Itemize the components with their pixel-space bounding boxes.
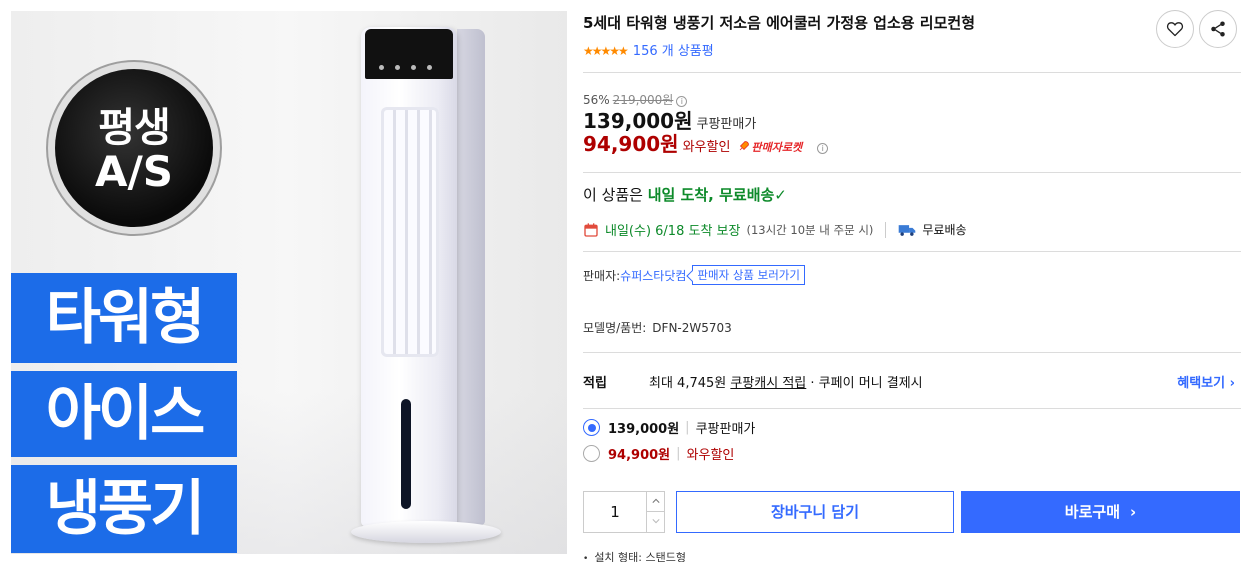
quantity-input[interactable] — [584, 492, 646, 532]
model-row: 모델명/품번: DFN-2W5703 — [583, 319, 732, 336]
delivery-headline-prefix: 이 상품은 — [583, 186, 648, 204]
banner-ice-text: 아이스 — [45, 379, 206, 449]
badge-line1: 평생 — [98, 105, 171, 151]
product-title: 5세대 타워형 냉풍기 저소음 에어쿨러 가정용 업소용 리모컨형 — [583, 14, 975, 32]
seller-products-button[interactable]: 판매자 상품 보러가기 — [692, 265, 805, 285]
fan-grill — [381, 107, 439, 357]
check-icon: ✓ — [774, 186, 787, 204]
cash-max-amount: 최대 4,745원 — [649, 376, 731, 391]
buy-now-button[interactable]: 바로구매 › — [961, 491, 1240, 533]
rocket-icon — [739, 141, 749, 151]
wow-price-row: 94,900원 와우할인 판매자로켓 i — [583, 128, 829, 157]
divider — [583, 172, 1241, 173]
banner-tower: 타워형 — [11, 273, 237, 363]
fan-side — [457, 29, 485, 525]
seller-name-link[interactable]: 슈퍼스타닷컴 — [620, 267, 686, 284]
quantity-decrease-button[interactable] — [646, 512, 665, 532]
banner-tower-text: 타워형 — [45, 283, 206, 353]
badge-line2: A/S — [94, 147, 174, 196]
radio-selected[interactable] — [583, 419, 600, 436]
calendar-icon — [584, 222, 598, 237]
star-rating-icon: ★★★★★ — [583, 44, 629, 58]
radio-unselected[interactable] — [583, 445, 600, 462]
divider — [583, 352, 1241, 353]
banner-ice: 아이스 — [11, 371, 237, 457]
delivery-guarantee-row: 내일(수) 6/18 도착 보장 (13시간 10분 내 주문 시) 무료배송 — [583, 220, 967, 239]
product-image[interactable]: 평생 A/S 타워형 아이스 냉풍기 — [11, 11, 567, 554]
option-price: 94,900원 — [608, 448, 671, 463]
chevron-up-icon — [652, 498, 660, 503]
banner-cooler-text: 냉풍기 — [45, 474, 206, 544]
divider — [583, 251, 1241, 252]
review-count-link[interactable]: 156 개 상품평 — [633, 44, 714, 59]
price-option-regular[interactable]: 139,000원 | 쿠팡판매가 — [583, 418, 755, 437]
cash-label: 적립 — [583, 376, 607, 391]
banner-cooler: 냉풍기 — [11, 465, 237, 553]
option-label: 쿠팡판매가 — [695, 422, 756, 437]
divider: | — [676, 446, 681, 461]
divider — [583, 72, 1241, 73]
truck-icon — [899, 224, 916, 236]
wow-price-label: 와우할인 — [682, 140, 731, 155]
divider: | — [685, 420, 690, 435]
quantity-increase-button[interactable] — [646, 492, 665, 512]
free-shipping-label: 무료배송 — [922, 223, 967, 237]
chevron-down-icon — [652, 519, 660, 524]
coupang-cash-link[interactable]: 쿠팡캐시 적립 — [730, 376, 806, 391]
rating-row[interactable]: ★★★★★ 156 개 상품평 — [583, 40, 714, 59]
cash-reward-text: 최대 4,745원 쿠팡캐시 적립 · 쿠페이 머니 결제시 — [649, 372, 923, 391]
lifetime-as-badge: 평생 A/S — [55, 69, 213, 227]
heart-icon — [1166, 22, 1184, 37]
product-info-panel: 5세대 타워형 냉풍기 저소음 에어쿨러 가정용 업소용 리모컨형 ★★★★★ 1… — [583, 0, 1241, 562]
fan-water-window — [401, 399, 411, 509]
seller-label: 판매자: — [583, 268, 621, 283]
benefit-view-link[interactable]: 혜택보기 › — [1177, 372, 1235, 391]
fan-base — [351, 521, 501, 543]
option-label: 와우할인 — [686, 448, 735, 463]
fan-control-panel — [365, 29, 453, 79]
wow-price: 94,900원 — [583, 132, 679, 156]
coupay-text: · 쿠페이 머니 결제시 — [806, 376, 923, 391]
chevron-right-icon: › — [1130, 503, 1137, 521]
order-cutoff: (13시간 10분 내 주문 시) — [746, 222, 874, 237]
divider — [583, 408, 1241, 409]
spec-install-type: 설치 형태: 스탠드형 — [583, 549, 686, 562]
model-code: DFN-2W5703 — [652, 321, 732, 335]
model-label: 모델명/품번: — [583, 321, 647, 335]
tower-fan-illustration — [351, 21, 501, 543]
seller-rocket-badge: 판매자로켓 — [751, 141, 803, 154]
seller-row: 판매자: 슈퍼스타닷컴 판매자 상품 보러가기 — [583, 265, 805, 285]
add-to-cart-button[interactable]: 장바구니 담기 — [676, 491, 954, 533]
share-icon — [1211, 21, 1225, 37]
cash-reward-row: 적립 최대 4,745원 쿠팡캐시 적립 · 쿠페이 머니 결제시 혜택보기 › — [583, 372, 1241, 391]
share-button[interactable] — [1199, 10, 1237, 48]
quantity-stepper[interactable] — [583, 491, 665, 533]
option-price: 139,000원 — [608, 422, 680, 437]
wishlist-button[interactable] — [1156, 10, 1194, 48]
price-option-wow[interactable]: 94,900원 | 와우할인 — [583, 444, 734, 463]
buy-now-label: 바로구매 — [1064, 503, 1120, 521]
wow-info-icon[interactable]: i — [817, 143, 829, 154]
divider — [885, 221, 887, 238]
delivery-date: 내일(수) 6/18 도착 보장 — [605, 224, 741, 239]
delivery-headline: 이 상품은 내일 도착, 무료배송✓ — [583, 184, 787, 205]
delivery-headline-highlight: 내일 도착, 무료배송 — [647, 186, 775, 204]
